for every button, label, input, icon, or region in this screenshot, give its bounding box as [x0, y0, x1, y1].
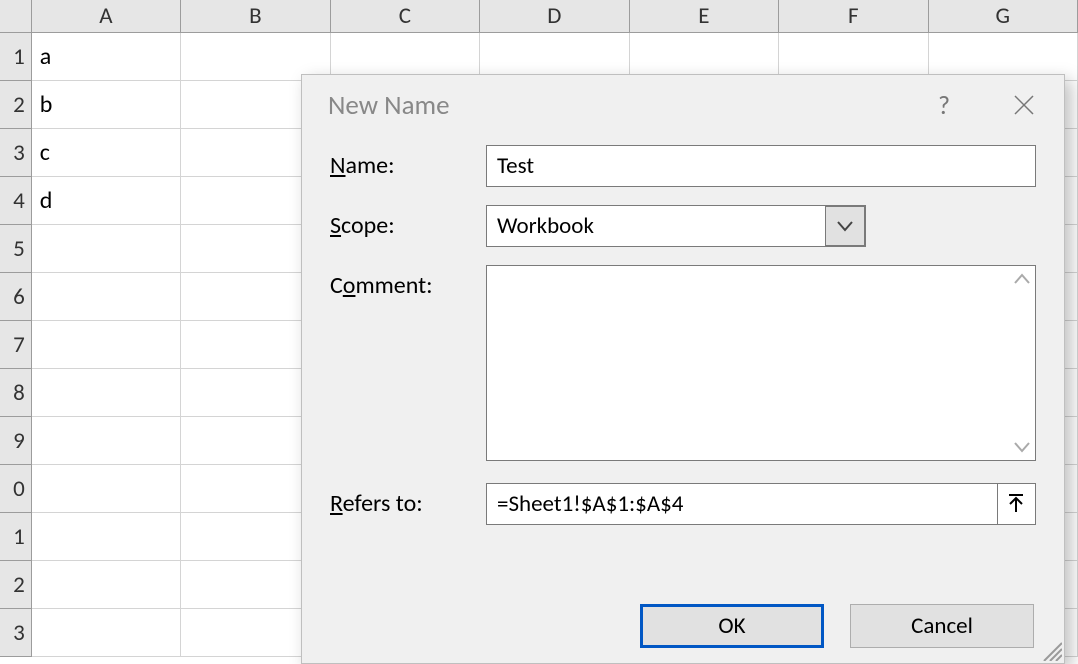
- col-header-A[interactable]: A: [32, 0, 181, 33]
- cell-A7[interactable]: [32, 321, 181, 369]
- row-header-12[interactable]: 2: [0, 561, 32, 609]
- scope-dropdown-button[interactable]: [825, 206, 865, 246]
- row-header-8[interactable]: 8: [0, 369, 32, 417]
- row-header-5[interactable]: 5: [0, 225, 32, 273]
- comment-textarea[interactable]: [487, 266, 1009, 460]
- comment-scrollbar[interactable]: [1009, 266, 1035, 460]
- refers-to-label: Refers to:: [330, 483, 486, 518]
- cell-A13[interactable]: [32, 609, 181, 657]
- row-header-7[interactable]: 7: [0, 321, 32, 369]
- name-input[interactable]: [486, 145, 1036, 187]
- cell-A3[interactable]: c: [32, 129, 181, 177]
- dialog-titlebar[interactable]: New Name ?: [302, 75, 1064, 135]
- col-header-C[interactable]: C: [331, 0, 480, 33]
- col-header-F[interactable]: F: [779, 0, 928, 33]
- cancel-button[interactable]: Cancel: [850, 604, 1034, 648]
- resize-grip[interactable]: [1040, 639, 1062, 661]
- row-header-3[interactable]: 3: [0, 129, 32, 177]
- cell-A9[interactable]: [32, 417, 181, 465]
- cell-A6[interactable]: [32, 273, 181, 321]
- help-button[interactable]: ?: [904, 75, 984, 135]
- comment-label: Comment:: [330, 265, 486, 300]
- row-header-2[interactable]: 2: [0, 81, 32, 129]
- row-header-4[interactable]: 4: [0, 177, 32, 225]
- cell-A1[interactable]: a: [32, 33, 181, 81]
- row-header-1[interactable]: 1: [0, 33, 32, 81]
- close-button[interactable]: [984, 75, 1064, 135]
- col-header-E[interactable]: E: [630, 0, 779, 33]
- refers-to-input[interactable]: [486, 483, 997, 525]
- row-header-13[interactable]: 3: [0, 609, 32, 657]
- range-picker-button[interactable]: [997, 483, 1036, 525]
- scroll-down-icon: [1013, 438, 1031, 456]
- cell-A8[interactable]: [32, 369, 181, 417]
- row-header-11[interactable]: 1: [0, 513, 32, 561]
- collapse-dialog-icon: [1006, 494, 1026, 514]
- new-name-dialog: New Name ? Name: Scope: Workbook: [301, 74, 1065, 664]
- col-header-D[interactable]: D: [480, 0, 629, 33]
- cell-A5[interactable]: [32, 225, 181, 273]
- scroll-up-icon: [1013, 270, 1031, 288]
- cell-A10[interactable]: [32, 465, 181, 513]
- col-header-G[interactable]: G: [929, 0, 1078, 33]
- name-label: Name:: [330, 145, 486, 180]
- cell-A11[interactable]: [32, 513, 181, 561]
- col-header-B[interactable]: B: [181, 0, 330, 33]
- row-header-9[interactable]: 9: [0, 417, 32, 465]
- row-header-10[interactable]: 0: [0, 465, 32, 513]
- select-all-corner[interactable]: [0, 0, 32, 33]
- row-header-6[interactable]: 6: [0, 273, 32, 321]
- scope-value: Workbook: [487, 212, 825, 240]
- dialog-title: New Name: [328, 89, 904, 122]
- cell-A12[interactable]: [32, 561, 181, 609]
- ok-button[interactable]: OK: [640, 604, 824, 648]
- chevron-down-icon: [836, 220, 854, 232]
- scope-select[interactable]: Workbook: [486, 205, 866, 247]
- cell-A2[interactable]: b: [32, 81, 181, 129]
- scope-label: Scope:: [330, 205, 486, 240]
- close-icon: [1013, 94, 1035, 116]
- cell-A4[interactable]: d: [32, 177, 181, 225]
